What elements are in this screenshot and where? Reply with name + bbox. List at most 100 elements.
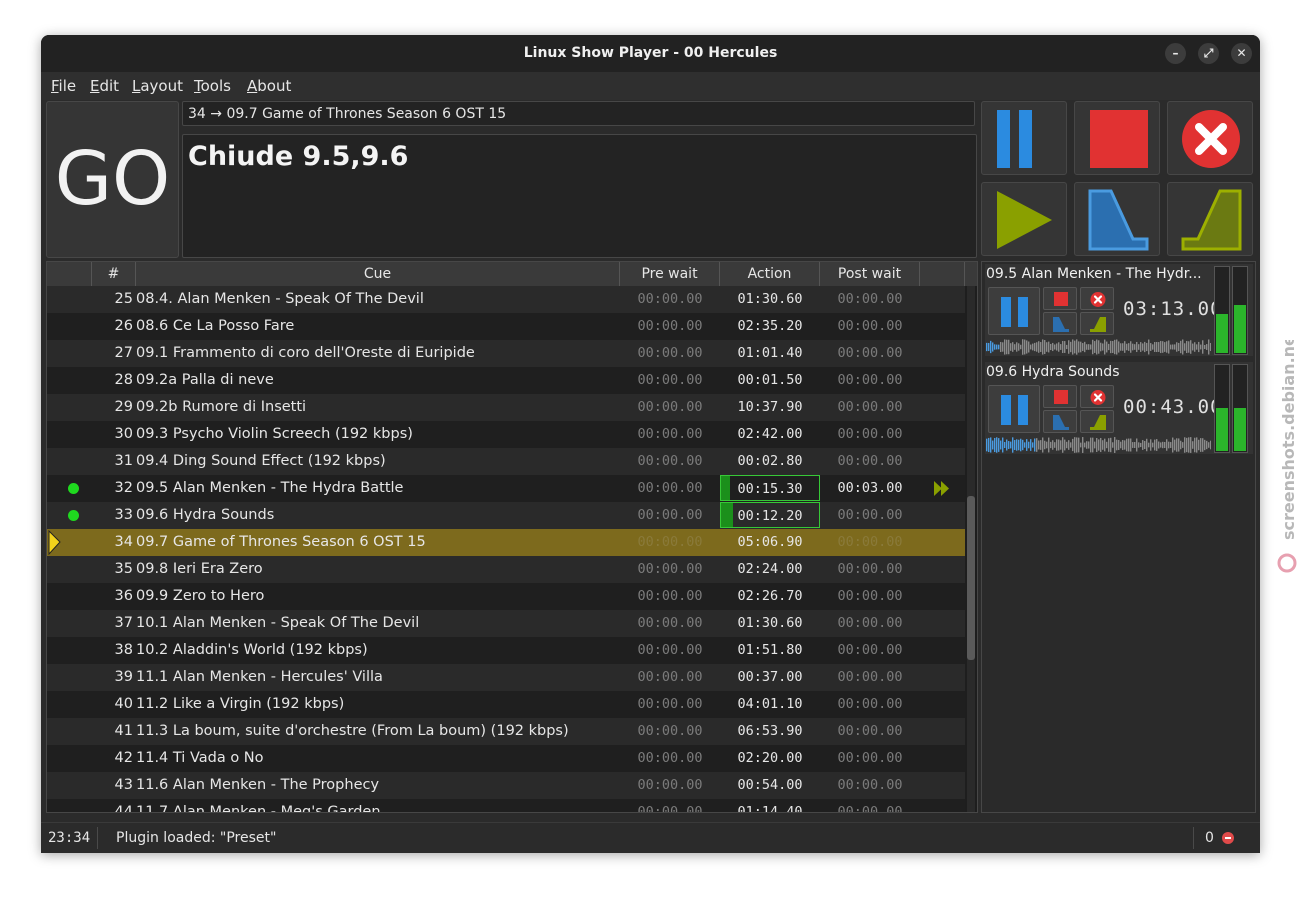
table-row[interactable]: 43 11.6 Alan Menken - The Prophecy 00:00.0… (47, 772, 965, 799)
cue-stop-button[interactable] (1043, 287, 1077, 310)
cue-action-progress: 00:12.20 (720, 502, 820, 528)
interrupt-icon (1090, 292, 1106, 307)
cue-name: 11.6 Alan Menken - The Prophecy (136, 777, 380, 793)
cue-fade-out-button[interactable] (1043, 312, 1077, 335)
menu-file[interactable]: File (51, 77, 76, 95)
table-row[interactable]: 36 09.9 Zero to Hero 00:00.00 02:26.70 00:00… (47, 583, 965, 610)
fade-in-all-button[interactable] (1167, 182, 1253, 256)
waveform-seek-bar[interactable] (986, 339, 1211, 355)
watermark-text: screenshots.debian.net (1279, 340, 1298, 540)
cue-interrupt-button[interactable] (1080, 385, 1114, 408)
cue-post-wait: 00:00.00 (837, 696, 903, 712)
error-icon[interactable] (1222, 832, 1234, 844)
scrollbar-thumb[interactable] (967, 496, 975, 660)
cue-interrupt-button[interactable] (1080, 287, 1114, 310)
cue-stop-button[interactable] (1043, 385, 1077, 408)
menu-about[interactable]: About (247, 77, 291, 95)
resume-all-button[interactable] (981, 182, 1067, 256)
app-window: Linux Show Player - 00 Hercules – ⤢ ✕ Fi… (41, 35, 1260, 853)
volume-meter (1214, 364, 1230, 453)
cue-fade-out-button[interactable] (1043, 410, 1077, 433)
interrupt-icon (1090, 390, 1106, 405)
stop-icon (1054, 292, 1068, 306)
cue-action: 00:12.20 (737, 508, 803, 524)
menu-bar: File Edit Layout Tools About (41, 72, 1260, 100)
stop-all-button[interactable] (1074, 101, 1160, 175)
table-row[interactable]: 37 10.1 Alan Menken - Speak Of The Devil 0… (47, 610, 965, 637)
cue-fade-in-button[interactable] (1080, 410, 1114, 433)
pause-all-button[interactable] (981, 101, 1067, 175)
table-row[interactable]: 38 10.2 Aladdin's World (192 kbps) 00:00.0… (47, 637, 965, 664)
cue-action: 02:42.00 (737, 426, 803, 442)
cue-post-wait: 00:00.00 (837, 642, 903, 658)
running-cue-time: 03:13.00 (1123, 298, 1223, 320)
cue-name: 09.9 Zero to Hero (136, 588, 265, 604)
running-cue-card: 09.5 Alan Menken - The Hydr... 03:13.00 (985, 264, 1253, 356)
fade-out-all-button[interactable] (1074, 182, 1160, 256)
column-state[interactable] (47, 262, 92, 286)
cue-pre-wait: 00:00.00 (637, 291, 703, 307)
cue-number: 35 (114, 561, 133, 577)
table-row[interactable]: 27 09.1 Frammento di coro dell'Oreste di … (47, 340, 965, 367)
interrupt-all-button[interactable] (1167, 101, 1253, 175)
cue-pre-wait: 00:00.00 (637, 480, 703, 496)
column-pre-wait[interactable]: Pre wait (620, 262, 720, 286)
menu-layout[interactable]: Layout (132, 77, 183, 95)
running-cue-title: 09.5 Alan Menken - The Hydr... (986, 266, 1202, 282)
cue-number: 28 (114, 372, 133, 388)
waveform-seek-bar[interactable] (986, 437, 1211, 453)
cue-pre-wait: 00:00.00 (637, 507, 703, 523)
cue-action: 00:37.00 (737, 669, 803, 685)
table-row[interactable]: 33 09.6 Hydra Sounds 00:00.00 00:12.20 00:00… (47, 502, 965, 529)
cue-number: 27 (114, 345, 133, 361)
cue-post-wait: 00:00.00 (837, 399, 903, 415)
minimize-button[interactable]: – (1165, 43, 1186, 64)
table-row[interactable]: 40 11.2 Like a Virgin (192 kbps) 00:00.00 0… (47, 691, 965, 718)
menu-edit[interactable]: Edit (90, 77, 119, 95)
menu-tools[interactable]: Tools (194, 77, 231, 95)
cue-number: 26 (114, 318, 133, 334)
maximize-button[interactable]: ⤢ (1198, 43, 1219, 64)
cue-post-wait: 00:03.00 (837, 480, 903, 496)
table-row[interactable]: 26 08.6 Ce La Posso Fare 00:00.00 02:35.20 0… (47, 313, 965, 340)
cue-pre-wait: 00:00.00 (637, 399, 703, 415)
volume-meter (1232, 364, 1248, 453)
fade-out-icon (1053, 317, 1069, 332)
cue-action-progress: 00:15.30 (720, 475, 820, 501)
column-number[interactable]: # (92, 262, 136, 286)
table-row[interactable]: 28 09.2a Palla di neve 00:00.00 00:01.50 00:… (47, 367, 965, 394)
fade-in-icon (1090, 317, 1106, 332)
table-row[interactable]: 29 09.2b Rumore di Insetti 00:00.00 10:37.9… (47, 394, 965, 421)
cue-action: 01:30.60 (737, 291, 803, 307)
table-row[interactable]: 42 11.4 Ti Vada o No 00:00.00 02:20.00 00:00… (47, 745, 965, 772)
close-button[interactable]: ✕ (1231, 43, 1252, 64)
cue-pre-wait: 00:00.00 (637, 777, 703, 793)
column-cue[interactable]: Cue (136, 262, 620, 286)
table-row[interactable]: 31 09.4 Ding Sound Effect (192 kbps) 00:00… (47, 448, 965, 475)
table-row[interactable]: 32 09.5 Alan Menken - The Hydra Battle 00:… (47, 475, 965, 502)
column-next-action[interactable] (920, 262, 965, 286)
cue-post-wait: 00:00.00 (837, 723, 903, 739)
column-post-wait[interactable]: Post wait (820, 262, 920, 286)
table-row[interactable]: 34 09.7 Game of Thrones Season 6 OST 15 00… (47, 529, 965, 556)
table-row[interactable]: 41 11.3 La boum, suite d'orchestre (From … (47, 718, 965, 745)
cue-pause-button[interactable] (988, 385, 1040, 433)
cue-pre-wait: 00:00.00 (637, 426, 703, 442)
pause-icon (1001, 297, 1028, 327)
window-title: Linux Show Player - 00 Hercules (523, 45, 778, 61)
table-row[interactable]: 39 11.1 Alan Menken - Hercules' Villa 00:0… (47, 664, 965, 691)
cue-pause-button[interactable] (988, 287, 1040, 335)
go-button[interactable]: GO (46, 101, 179, 258)
cue-fade-in-button[interactable] (1080, 312, 1114, 335)
table-row[interactable]: 30 09.3 Psycho Violin Screech (192 kbps) 0… (47, 421, 965, 448)
cue-pre-wait: 00:00.00 (637, 534, 703, 550)
cue-post-wait: 00:00.00 (837, 777, 903, 793)
table-row[interactable]: 35 09.8 Ieri Era Zero 00:00.00 02:24.00 00:0… (47, 556, 965, 583)
running-cue-time: 00:43.00 (1123, 396, 1223, 418)
cue-post-wait: 00:00.00 (837, 426, 903, 442)
table-row[interactable]: 44 11.7 Alan Menken - Meg's Garden 00:00.0… (47, 799, 965, 812)
table-row[interactable]: 25 08.4. Alan Menken - Speak Of The Devil… (47, 286, 965, 313)
column-action[interactable]: Action (720, 262, 820, 286)
pause-icon (1001, 395, 1028, 425)
vertical-scrollbar[interactable] (967, 286, 975, 812)
